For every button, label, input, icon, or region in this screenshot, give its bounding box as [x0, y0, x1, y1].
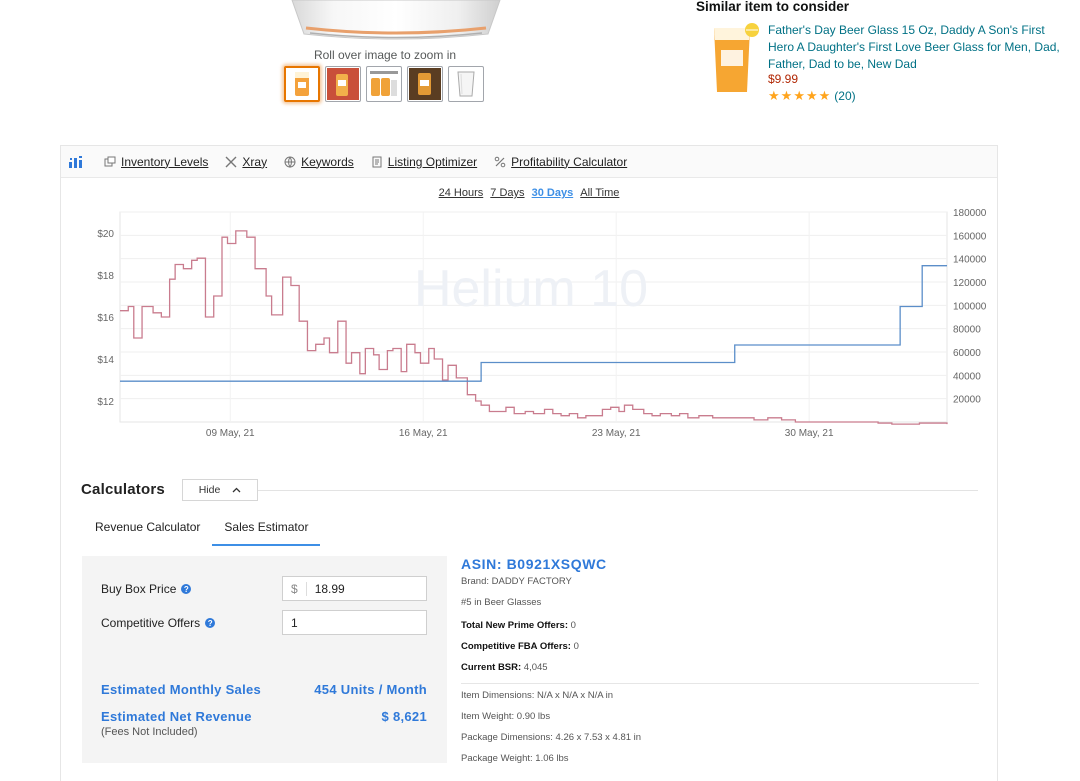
y-right-tick-label: 100000 — [953, 301, 987, 312]
range-30-days[interactable]: 30 Days — [532, 187, 574, 199]
buy-box-price-input[interactable]: $ 18.99 — [282, 576, 427, 601]
toolbar-inventory-levels[interactable]: Inventory Levels — [104, 155, 208, 169]
price-bsr-chart[interactable]: Helium 10 $12 $14 $16 $18 $20 20000 40000 60000 8… — [61, 206, 997, 446]
item-weight: Item Weight: 0.90 lbs — [461, 711, 551, 722]
calculator-tabs: Revenue Calculator Sales Estimator — [83, 512, 321, 546]
divider — [258, 490, 978, 491]
help-icon[interactable]: ? — [181, 584, 192, 594]
help-icon[interactable]: ? — [205, 618, 216, 628]
current-bsr: Current BSR: 4,045 — [461, 662, 548, 673]
time-range-selector: 24 Hours 7 Days 30 Days All Time — [61, 187, 997, 199]
est-net-revenue-value: $ 8,621 — [381, 709, 427, 724]
y-left-tick-label: $14 — [97, 355, 114, 366]
similar-item-title: Similar item to consider — [696, 0, 850, 14]
document-icon — [372, 156, 382, 167]
sales-estimator-box: Buy Box Price ? $ 18.99 Competitive Offe… — [82, 556, 447, 763]
competitive-offers-input[interactable]: 1 — [282, 610, 427, 635]
helium10-toolbar: Inventory Levels Xray Keywords Listing O… — [61, 146, 997, 178]
x-tick-label: 23 May, 21 — [592, 428, 641, 439]
toolbar-xray[interactable]: Xray — [225, 155, 267, 169]
y-right-tick-label: 40000 — [953, 371, 981, 382]
y-right-tick-label: 140000 — [953, 255, 987, 266]
x-tick-label: 30 May, 21 — [785, 428, 834, 439]
star-icon: ★ — [818, 88, 831, 103]
similar-item-image[interactable] — [710, 22, 762, 96]
percent-icon — [494, 156, 506, 167]
y-right-tick-label: 20000 — [953, 395, 981, 406]
toolbar-keywords[interactable]: Keywords — [284, 155, 354, 169]
item-dimensions: Item Dimensions: N/A x N/A x N/A in — [461, 690, 614, 701]
thumbnail-2[interactable] — [325, 66, 361, 102]
est-net-revenue-label: Estimated Net Revenue — [101, 709, 252, 724]
competitive-fba-offers: Competitive FBA Offers: 0 — [461, 641, 579, 652]
helium10-panel: Inventory Levels Xray Keywords Listing O… — [60, 145, 998, 781]
tab-revenue-calculator[interactable]: Revenue Calculator — [83, 512, 212, 546]
thumbnail-3[interactable] — [366, 66, 402, 102]
close-x-icon — [225, 156, 237, 167]
x-tick-label: 16 May, 21 — [399, 428, 448, 439]
star-icon: ★ — [780, 88, 793, 103]
range-all-time[interactable]: All Time — [580, 187, 619, 199]
similar-item-rating[interactable]: ★ ★ ★ ★ ★ (20) — [768, 88, 856, 104]
buy-box-price-label: Buy Box Price ? — [101, 582, 192, 596]
y-left-tick-label: $16 — [97, 313, 114, 324]
similar-item-link[interactable]: Father's Day Beer Glass 15 Oz, Daddy A S… — [768, 22, 1073, 73]
thumbnail-4[interactable] — [407, 66, 443, 102]
y-left-tick-label: $18 — [97, 271, 114, 282]
thumbnail-5[interactable] — [448, 66, 484, 102]
toolbar-profitability-calculator[interactable]: Profitability Calculator — [494, 155, 627, 169]
y-left-tick-label: $20 — [97, 229, 114, 240]
review-count[interactable]: (20) — [834, 89, 855, 103]
toolbar-listing-optimizer[interactable]: Listing Optimizer — [371, 155, 477, 169]
tab-sales-estimator[interactable]: Sales Estimator — [212, 512, 321, 546]
y-right-tick-label: 180000 — [953, 208, 987, 219]
y-right-tick-label: 60000 — [953, 348, 981, 359]
star-icon: ★ — [793, 88, 805, 103]
competitive-offers-label: Competitive Offers ? — [101, 616, 216, 630]
est-monthly-sales-value: 454 Units / Month — [314, 682, 427, 697]
hide-calculators-button[interactable]: Hide — [182, 479, 258, 501]
est-monthly-sales-label: Estimated Monthly Sales — [101, 682, 262, 697]
inventory-icon — [104, 156, 116, 166]
range-7-days[interactable]: 7 Days — [490, 187, 524, 199]
total-prime-offers: Total New Prime Offers: 0 — [461, 620, 576, 631]
y-right-tick-label: 80000 — [953, 325, 981, 336]
fees-note: (Fees Not Included) — [101, 726, 198, 738]
product-info: ASIN: B0921XSQWC Brand: DADDY FACTORY #5… — [461, 556, 979, 764]
asin: ASIN: B0921XSQWC — [461, 556, 607, 572]
package-weight: Package Weight: 1.06 lbs — [461, 753, 569, 764]
globe-icon — [284, 156, 296, 168]
divider — [461, 683, 979, 684]
chart-icon[interactable] — [69, 155, 88, 168]
star-icon: ★ — [768, 88, 780, 103]
thumbnail-strip — [284, 66, 484, 102]
chevron-up-icon — [232, 487, 241, 493]
calculators-heading: Calculators — [81, 481, 165, 498]
package-dimensions: Package Dimensions: 4.26 x 7.53 x 4.81 i… — [461, 732, 642, 743]
watermark: Helium 10 — [414, 260, 648, 318]
y-right-tick-label: 120000 — [953, 278, 987, 289]
star-icon: ★ — [805, 88, 818, 103]
product-main-image[interactable] — [288, 0, 504, 42]
similar-item-price: $9.99 — [768, 72, 799, 86]
x-tick-label: 09 May, 21 — [206, 428, 255, 439]
y-left-tick-label: $12 — [97, 397, 114, 408]
y-right-tick-label: 160000 — [953, 231, 987, 242]
zoom-hint: Roll over image to zoom in — [313, 48, 457, 62]
category-rank: #5 in Beer Glasses — [461, 597, 542, 608]
brand: Brand: DADDY FACTORY — [461, 576, 572, 587]
range-24-hours[interactable]: 24 Hours — [439, 187, 484, 199]
thumbnail-1[interactable] — [284, 66, 320, 102]
